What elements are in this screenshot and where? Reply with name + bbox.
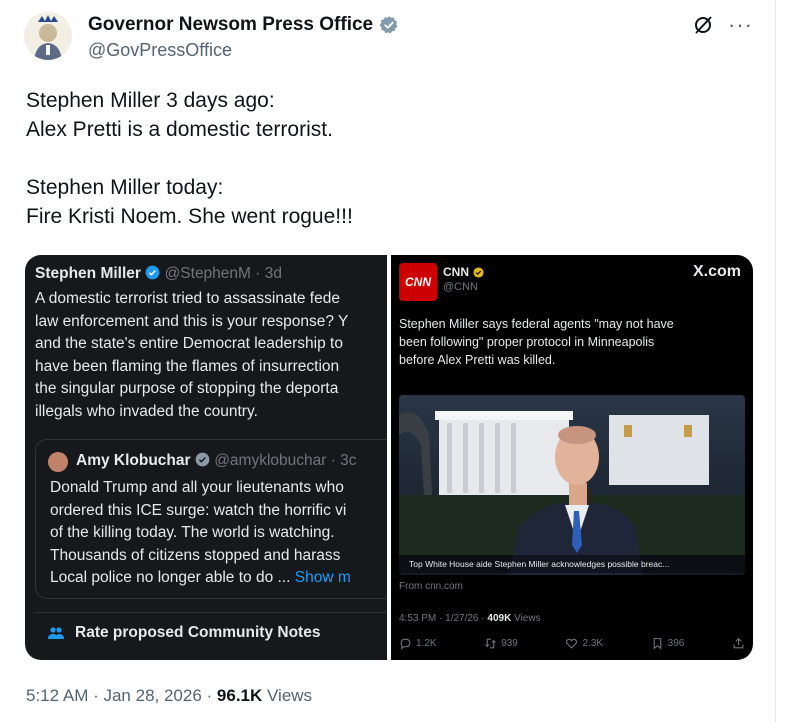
embedded-line: A domestic terrorist tried to assassinat… <box>35 290 340 307</box>
quoted-post: Amy Klobuchar @amyklobuchar · 3c Donald … <box>35 439 387 599</box>
quoted-avatar <box>48 452 68 472</box>
verified-badge-icon <box>195 452 210 467</box>
slashed-circle-icon[interactable] <box>692 14 714 42</box>
like-action: 2.3K <box>565 637 603 650</box>
tweet-line: Stephen Miller today: <box>26 176 224 199</box>
cnn-views-label: Views <box>511 613 541 624</box>
xcom-brand: X.com <box>692 263 741 280</box>
photo-caption: Top White House aide Stephen Miller ackn… <box>399 555 745 573</box>
embedded-post-header: Stephen Miller @StephenM · 3d <box>35 265 282 283</box>
bookmark-action: 396 <box>651 637 685 650</box>
media-image-left[interactable]: Stephen Miller @StephenM · 3d A domestic… <box>25 255 387 660</box>
cnn-timestamp: 4:53 PM · 1/27/26 · 409K Views <box>399 613 541 624</box>
people-icon <box>48 626 64 639</box>
reply-count: 1.2K <box>416 638 437 649</box>
tweet-card: Governor Newsom Press Office @GovPressOf… <box>0 0 776 722</box>
more-icon[interactable]: ··· <box>728 12 753 38</box>
source-link: From cnn.com <box>399 581 463 592</box>
quoted-line: ordered this ICE surge: watch the horrif… <box>50 501 347 519</box>
share-action <box>732 637 745 650</box>
repost-count: 939 <box>501 638 518 649</box>
community-notes-bar: Rate proposed Community Notes <box>35 612 387 652</box>
embedded-author-meta: @StephenM · 3d <box>164 265 282 282</box>
quoted-post-header: Amy Klobuchar @amyklobuchar · 3c <box>76 452 357 470</box>
quoted-line: Local police no longer able to do ... Sh… <box>50 567 351 590</box>
cnn-line: been following" proper protocol in Minne… <box>399 335 655 349</box>
gold-verified-icon <box>473 266 484 278</box>
quoted-line: Thousands of citizens stopped and harass <box>50 546 341 564</box>
cnn-action-bar: 1.2K 939 2.3K 396 <box>399 637 745 650</box>
embedded-line: illegals who invaded the country. <box>35 402 258 420</box>
white-house-photo <box>399 395 745 575</box>
quoted-post-body: Donald Trump and all your lieutenants wh… <box>50 477 351 590</box>
tweet-line: Fire Kristi Noem. She went rogue!!! <box>26 205 353 228</box>
reply-action: 1.2K <box>399 637 437 650</box>
verified-badge-icon <box>379 16 398 34</box>
cnn-time: 4:53 PM · 1/27/26 · <box>399 613 488 624</box>
bookmark-count: 396 <box>667 638 685 649</box>
cnn-name: CNN <box>443 265 469 279</box>
views-count: 96.1K <box>216 686 263 705</box>
quoted-author-name: Amy Klobuchar <box>76 452 191 469</box>
cnn-logo: CNN <box>399 263 437 301</box>
author-name[interactable]: Governor Newsom Press Office <box>88 14 373 36</box>
tweet-line <box>26 144 746 173</box>
bookmark-icon <box>653 638 661 650</box>
quoted-line: Donald Trump and all your lieutenants wh… <box>50 479 344 496</box>
repost-icon <box>485 638 496 649</box>
media-grid[interactable]: Stephen Miller @StephenM · 3d A domestic… <box>25 255 753 660</box>
embedded-line: the singular purpose of stopping the dep… <box>35 380 339 397</box>
quoted-last-line: Local police no longer able to do ... <box>50 569 291 586</box>
views-label: Views <box>262 686 313 705</box>
cnn-line: Stephen Miller says federal agents "may … <box>399 317 674 331</box>
embedded-line: have been flaming the flames of insurrec… <box>35 357 340 375</box>
tweet-line: Stephen Miller 3 days ago: <box>26 89 275 112</box>
timestamp-text[interactable]: 5:12 AM · Jan 28, 2026 · <box>26 686 217 705</box>
media-image-right[interactable]: CNN CNN @CNN X.com Stephen Miller says f… <box>391 255 753 660</box>
like-icon <box>566 638 578 649</box>
embedded-author-name: Stephen Miller <box>35 265 141 282</box>
repost-action: 939 <box>484 637 518 650</box>
author-name-row[interactable]: Governor Newsom Press Office <box>88 14 399 36</box>
cnn-handle: @CNN <box>443 281 478 293</box>
show-more-link: Show m <box>294 569 351 586</box>
cnn-name-row: CNN <box>443 265 484 279</box>
post-timestamp: 5:12 AM · Jan 28, 2026 · 96.1K Views <box>26 686 312 706</box>
reply-icon <box>400 638 411 650</box>
embedded-post-body: A domestic terrorist tried to assassinat… <box>35 288 387 423</box>
share-icon <box>733 637 744 649</box>
seal-avatar-image <box>24 12 72 60</box>
cnn-views-count: 409K <box>487 613 512 624</box>
quoted-line: of the killing today. The world is watch… <box>50 524 335 541</box>
tweet-line: Alex Pretti is a domestic terrorist. <box>26 118 333 141</box>
embedded-line: and the state's entire Democrat leadersh… <box>35 335 343 352</box>
cnn-post-body: Stephen Miller says federal agents "may … <box>399 315 745 369</box>
news-photo: Top White House aide Stephen Miller ackn… <box>399 395 745 575</box>
verified-badge-icon <box>145 265 160 280</box>
community-notes-label: Rate proposed Community Notes <box>75 623 321 641</box>
quoted-author-meta: @amyklobuchar · 3c <box>214 452 357 469</box>
embedded-line: law enforcement and this is your respons… <box>35 312 349 330</box>
avatar[interactable] <box>24 12 72 60</box>
author-handle[interactable]: @GovPressOffice <box>88 40 232 61</box>
tweet-text: Stephen Miller 3 days ago: Alex Pretti i… <box>26 86 746 231</box>
cnn-line: before Alex Pretti was killed. <box>399 353 556 367</box>
like-count: 2.3K <box>582 638 604 649</box>
